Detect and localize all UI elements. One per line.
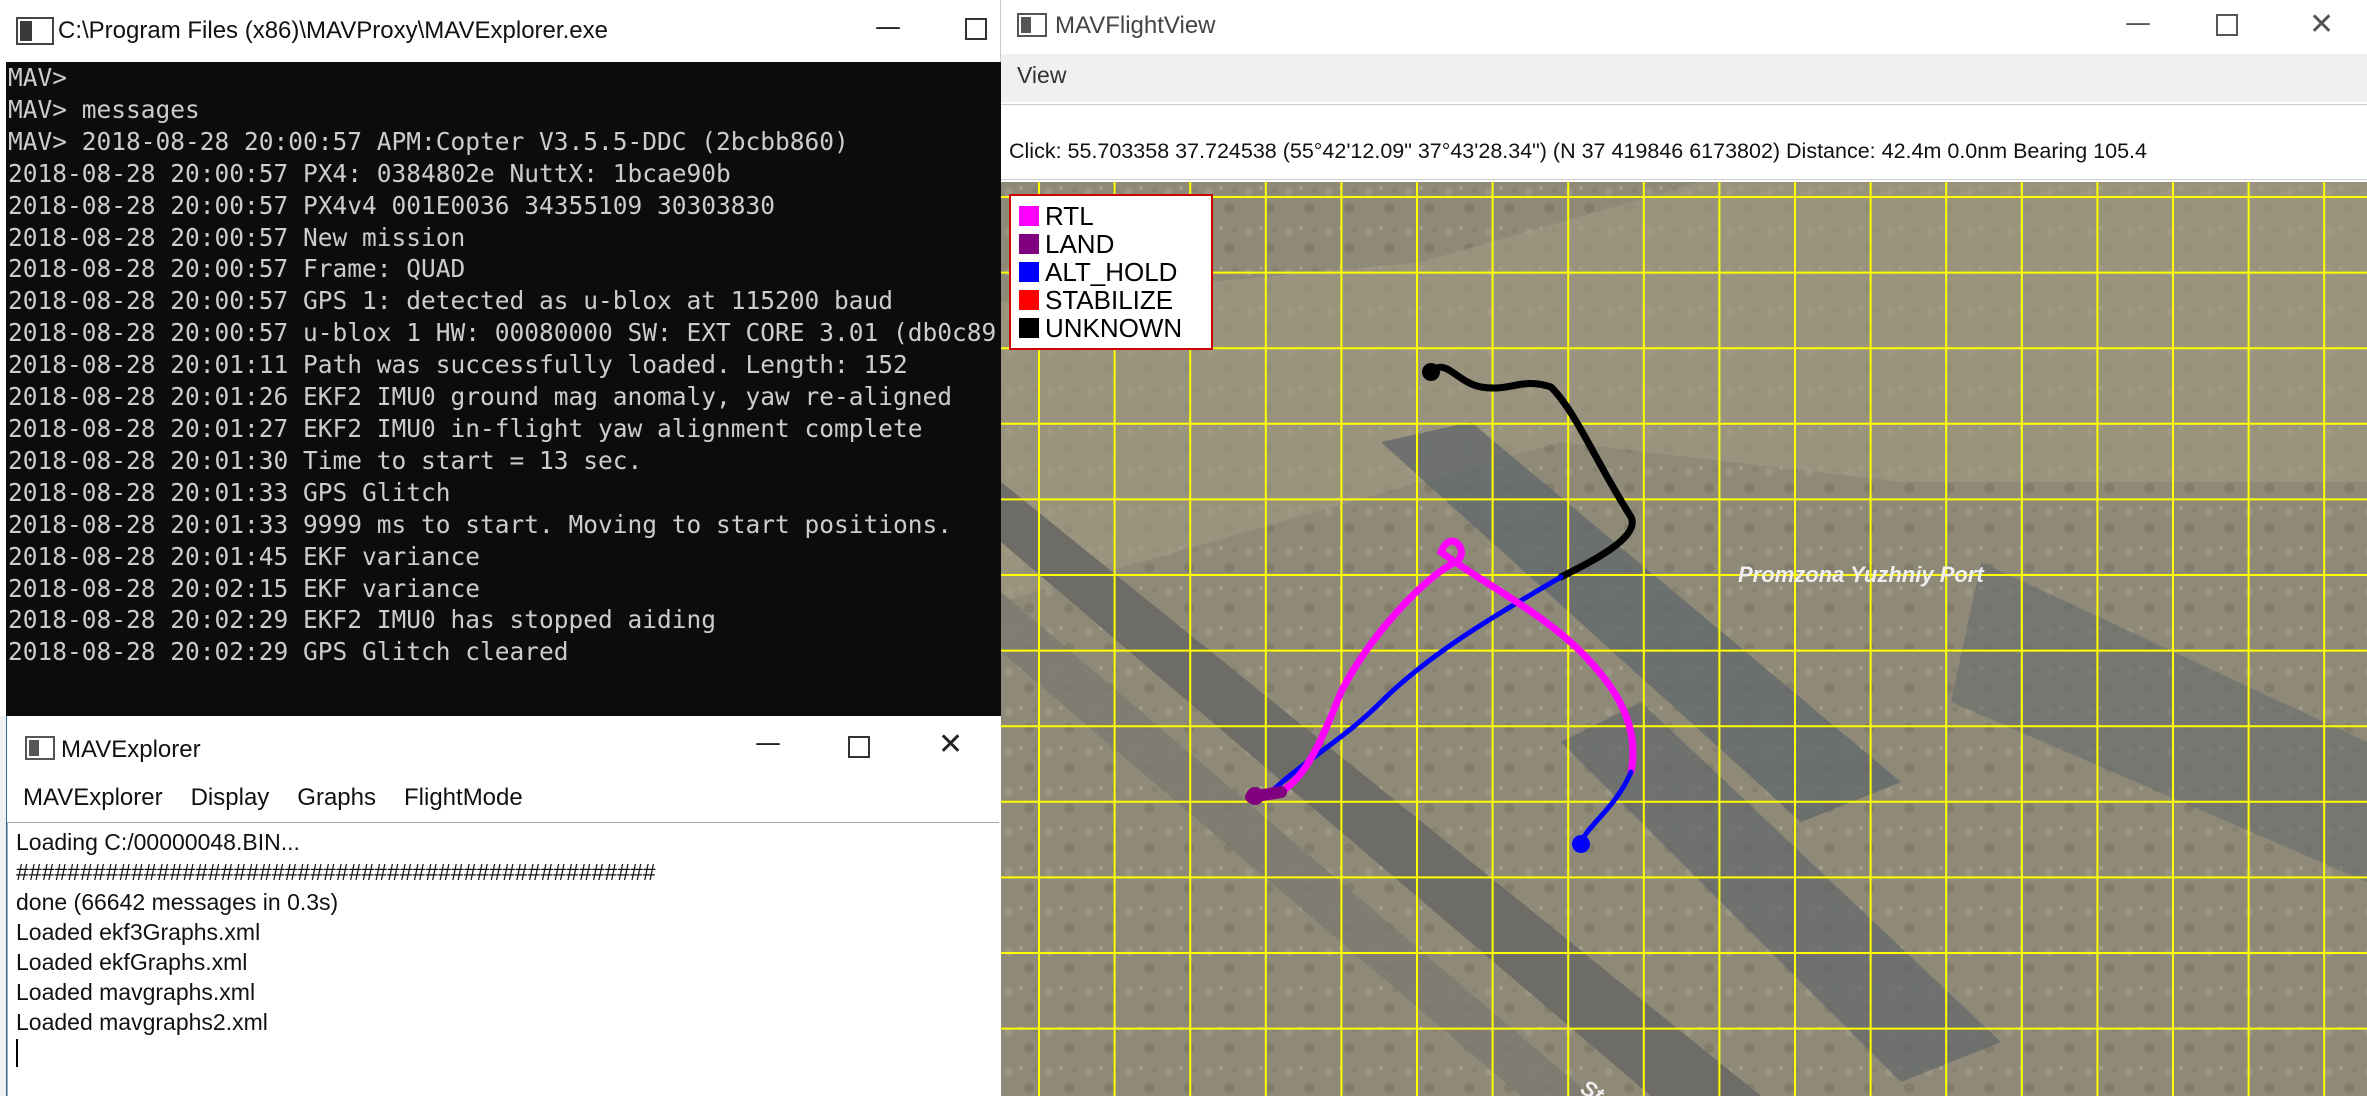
- legend-label: LAND: [1045, 229, 1115, 259]
- maximize-icon[interactable]: [965, 18, 987, 40]
- console-line: 2018-08-28 20:02:15 EKF variance: [8, 573, 481, 603]
- explorer-menubar: MAVExplorer Display Graphs FlightMode: [7, 778, 1001, 818]
- console-line: 2018-08-28 20:00:57 PX4: 0384802e NuttX:…: [8, 158, 731, 188]
- close-icon[interactable]: ✕: [938, 730, 963, 760]
- map-view[interactable]: Promzona Yuzhniy Port St RTL LAND ALT_HO…: [1001, 182, 2367, 1096]
- explorer-window: MAVExplorer — ✕ MAVExplorer Display Grap…: [6, 716, 1001, 1096]
- console-titlebar[interactable]: C:\Program Files (x86)\MAVProxy\MAVExplo…: [0, 0, 1000, 62]
- minimize-icon[interactable]: —: [875, 14, 901, 40]
- legend-item-unknown: UNKNOWN: [1019, 314, 1211, 342]
- legend-swatch: [1019, 206, 1039, 226]
- legend-item-stabilize: STABILIZE: [1019, 286, 1211, 314]
- track-endpoint: [1246, 787, 1264, 805]
- console-line: 2018-08-28 20:01:30 Time to start = 13 s…: [8, 445, 643, 475]
- log-line: Loaded mavgraphs2.xml: [16, 1009, 268, 1035]
- console-line: 2018-08-28 20:01:33 9999 ms to start. Mo…: [8, 509, 953, 539]
- console-line: MAV> 2018-08-28 20:00:57 APM:Copter V3.5…: [8, 126, 849, 156]
- legend-swatch: [1019, 290, 1039, 310]
- log-line: Loaded ekfGraphs.xml: [16, 949, 248, 975]
- legend-label: RTL: [1045, 201, 1094, 231]
- maximize-icon[interactable]: [2216, 14, 2238, 36]
- console-line: MAV>: [8, 63, 68, 92]
- console-line: 2018-08-28 20:01:11 Path was successfull…: [8, 350, 908, 380]
- legend-item-alt-hold: ALT_HOLD: [1019, 258, 1211, 286]
- console-line: 2018-08-28 20:02:29 GPS Glitch cleared: [8, 637, 569, 667]
- log-line: done (66642 messages in 0.3s): [16, 889, 339, 915]
- legend-swatch: [1019, 262, 1039, 282]
- legend-swatch: [1019, 234, 1039, 254]
- console-line: 2018-08-28 20:00:57 Frame: QUAD: [8, 254, 466, 284]
- maximize-icon[interactable]: [848, 736, 870, 758]
- legend-item-rtl: RTL: [1019, 202, 1211, 230]
- log-line: Loaded ekf3Graphs.xml: [16, 919, 261, 945]
- console-output[interactable]: MAV> MAV> messages MAV> 2018-08-28 20:00:5…: [6, 62, 1001, 716]
- explorer-log[interactable]: Loading C:/00000048.BIN... #############…: [7, 822, 999, 1096]
- menu-mavexplorer[interactable]: MAVExplorer: [23, 784, 163, 812]
- log-line: Loaded mavgraphs.xml: [16, 979, 256, 1005]
- console-app-icon: [16, 17, 54, 45]
- flightview-app-icon: [1017, 13, 1047, 37]
- explorer-titlebar[interactable]: MAVExplorer — ✕: [7, 716, 1001, 778]
- map-place-label: Promzona Yuzhniy Port: [1738, 562, 1985, 587]
- console-line: 2018-08-28 20:00:57 GPS 1: detected as u…: [8, 286, 894, 316]
- track-endpoint: [1572, 835, 1590, 853]
- click-info-bar: Click: 55.703358 37.724538 (55°42'12.09"…: [1001, 104, 2367, 180]
- log-line: Loading C:/00000048.BIN...: [16, 829, 300, 855]
- console-line: 2018-08-28 20:01:26 EKF2 IMU0 ground mag…: [8, 382, 953, 412]
- flightview-titlebar[interactable]: MAVFlightView — ✕: [1001, 0, 2367, 54]
- flightview-window: MAVFlightView — ✕ View Click: 55.703358 …: [1001, 0, 2367, 1096]
- menu-graphs[interactable]: Graphs: [297, 784, 376, 812]
- legend-label: STABILIZE: [1045, 285, 1174, 315]
- console-line: 2018-08-28 20:00:57 PX4v4 001E0036 34355…: [8, 190, 776, 220]
- menu-flightmode[interactable]: FlightMode: [404, 784, 523, 812]
- legend-label: ALT_HOLD: [1045, 257, 1178, 287]
- minimize-icon[interactable]: —: [2125, 10, 2151, 36]
- console-line: 2018-08-28 20:00:57 u-blox 1 HW: 0008000…: [8, 318, 997, 348]
- close-icon[interactable]: ✕: [2309, 10, 2334, 40]
- flightmode-legend: RTL LAND ALT_HOLD STABILIZE UNKNOWN: [1009, 194, 1213, 350]
- console-line: MAV> messages: [8, 94, 200, 124]
- console-line: 2018-08-28 20:00:57 New mission: [8, 222, 466, 252]
- track-endpoint: [1422, 363, 1440, 381]
- explorer-title: MAVExplorer: [61, 736, 201, 763]
- console-line: 2018-08-28 20:01:33 GPS Glitch: [8, 477, 451, 507]
- log-line: ########################################…: [16, 859, 656, 885]
- console-window: C:\Program Files (x86)\MAVProxy\MAVExplo…: [0, 0, 1001, 716]
- console-line: 2018-08-28 20:01:45 EKF variance: [8, 541, 481, 571]
- console-line: 2018-08-28 20:01:27 EKF2 IMU0 in-flight …: [8, 413, 923, 443]
- flightview-title: MAVFlightView: [1055, 12, 1216, 39]
- minimize-icon[interactable]: —: [755, 730, 781, 756]
- legend-item-land: LAND: [1019, 230, 1211, 258]
- legend-swatch: [1019, 318, 1039, 338]
- explorer-app-icon: [25, 736, 55, 760]
- text-caret: [16, 1039, 18, 1067]
- console-title: C:\Program Files (x86)\MAVProxy\MAVExplo…: [58, 17, 608, 44]
- console-line: 2018-08-28 20:02:29 EKF2 IMU0 has stoppe…: [8, 605, 717, 635]
- legend-label: UNKNOWN: [1045, 313, 1183, 343]
- menu-view[interactable]: View: [1017, 62, 1066, 88]
- menu-display[interactable]: Display: [191, 784, 270, 812]
- flightview-menubar: View: [1001, 54, 2367, 102]
